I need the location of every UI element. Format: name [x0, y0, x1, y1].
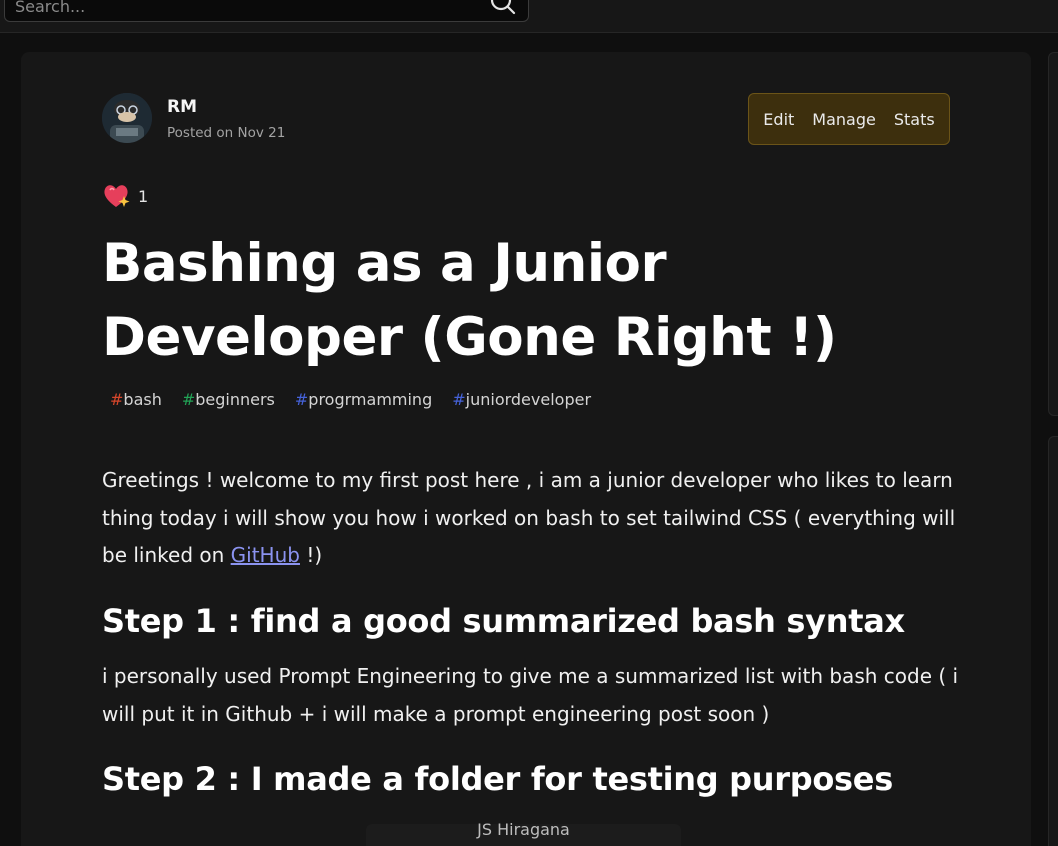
intro-paragraph: Greetings ! welcome to my first post her…: [102, 462, 962, 575]
tag-list: #bash #beginners #progrmamming #juniorde…: [102, 388, 599, 416]
manage-button[interactable]: Manage: [803, 110, 885, 129]
step1-heading: Step 1 : find a good summarized bash syn…: [102, 602, 905, 640]
reaction-count: 1: [138, 186, 149, 206]
tag-hash: #: [452, 390, 466, 409]
tag-beginners[interactable]: #beginners: [174, 388, 283, 416]
author-actions: Edit Manage Stats: [748, 93, 950, 145]
sparkle-heart-icon: [104, 185, 130, 207]
code-image-preview: JS Hiragana: [366, 820, 681, 846]
reactions[interactable]: 1: [102, 182, 148, 210]
tag-juniordeveloper[interactable]: #juniordeveloper: [444, 388, 599, 416]
sidebar-card: [1048, 52, 1058, 416]
intro-text-end: !): [299, 543, 323, 567]
post-date: Posted on Nov 21: [167, 125, 286, 141]
step2-heading: Step 2 : I made a folder for testing pur…: [102, 760, 893, 798]
avatar-image-icon: [102, 93, 152, 143]
search-icon: [490, 0, 516, 15]
tag-hash: #: [110, 390, 124, 409]
tag-label: beginners: [195, 390, 275, 409]
tag-label: bash: [123, 390, 162, 409]
tag-hash: #: [294, 390, 309, 409]
avatar[interactable]: [102, 93, 152, 143]
sidebar-card: [1048, 436, 1058, 846]
article-title: Bashing as a Junior Developer (Gone Righ…: [102, 233, 837, 368]
search-input[interactable]: [15, 0, 475, 21]
tag-label: progrmamming: [308, 390, 433, 409]
github-link[interactable]: GitHub: [231, 543, 300, 567]
edit-button[interactable]: Edit: [754, 110, 803, 129]
search-box: [4, 0, 529, 22]
tag-label: juniordeveloper: [465, 390, 592, 409]
article-card: RM Posted on Nov 21 Edit Manage Stats 1 …: [21, 52, 1031, 846]
author-name[interactable]: RM: [167, 97, 197, 117]
search-button[interactable]: [488, 0, 518, 19]
tag-hash: #: [181, 390, 196, 409]
image-caption: JS Hiragana: [477, 820, 570, 839]
tag-progrmamming[interactable]: #progrmamming: [287, 388, 440, 416]
step1-paragraph: i personally used Prompt Engineering to …: [102, 664, 959, 726]
stats-button[interactable]: Stats: [885, 110, 944, 129]
tag-bash[interactable]: #bash: [102, 388, 170, 416]
top-header: [0, 0, 1058, 33]
